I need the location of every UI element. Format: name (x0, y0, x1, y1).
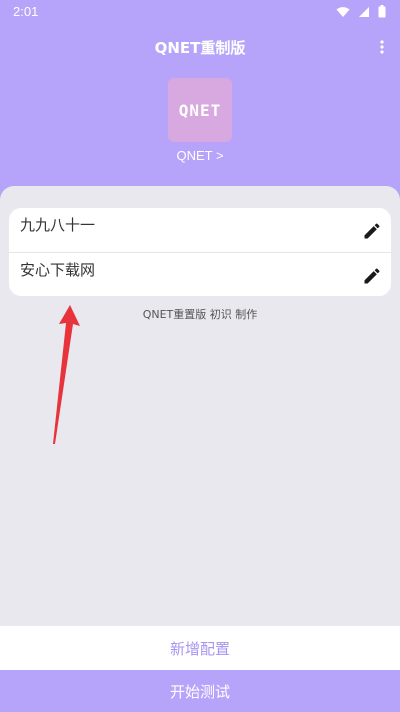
edit-button[interactable] (362, 266, 382, 286)
config-list: 九九八十一 安心下载网 (9, 208, 391, 296)
config-item-name: 安心下载网 (20, 261, 96, 279)
status-bar: 2:01 (0, 0, 400, 24)
status-time: 2:01 (13, 4, 39, 19)
qnet-link[interactable]: QNET > (0, 148, 400, 163)
edit-icon (364, 268, 380, 284)
add-config-button[interactable]: 新增配置 (0, 626, 400, 670)
signal-icon (358, 6, 370, 21)
app-bar: QNET重制版 (0, 28, 400, 66)
more-vert-icon (380, 40, 384, 54)
wifi-icon (336, 6, 350, 21)
edit-icon (364, 223, 380, 239)
edit-button[interactable] (362, 221, 382, 241)
main-sheet: 九九八十一 安心下载网 QNET重置版 初识 制作 (0, 186, 400, 626)
status-icons (336, 5, 386, 21)
battery-icon (378, 5, 386, 21)
config-item[interactable]: 九九八十一 (9, 208, 391, 252)
more-options-button[interactable] (376, 38, 388, 56)
start-test-button[interactable]: 开始测试 (0, 670, 400, 712)
app-logo: QNET (168, 78, 232, 142)
config-item[interactable]: 安心下载网 (9, 252, 391, 296)
credits-text: QNET重置版 初识 制作 (142, 308, 258, 321)
config-item-name: 九九八十一 (20, 216, 96, 234)
app-title: QNET重制版 (154, 39, 246, 57)
